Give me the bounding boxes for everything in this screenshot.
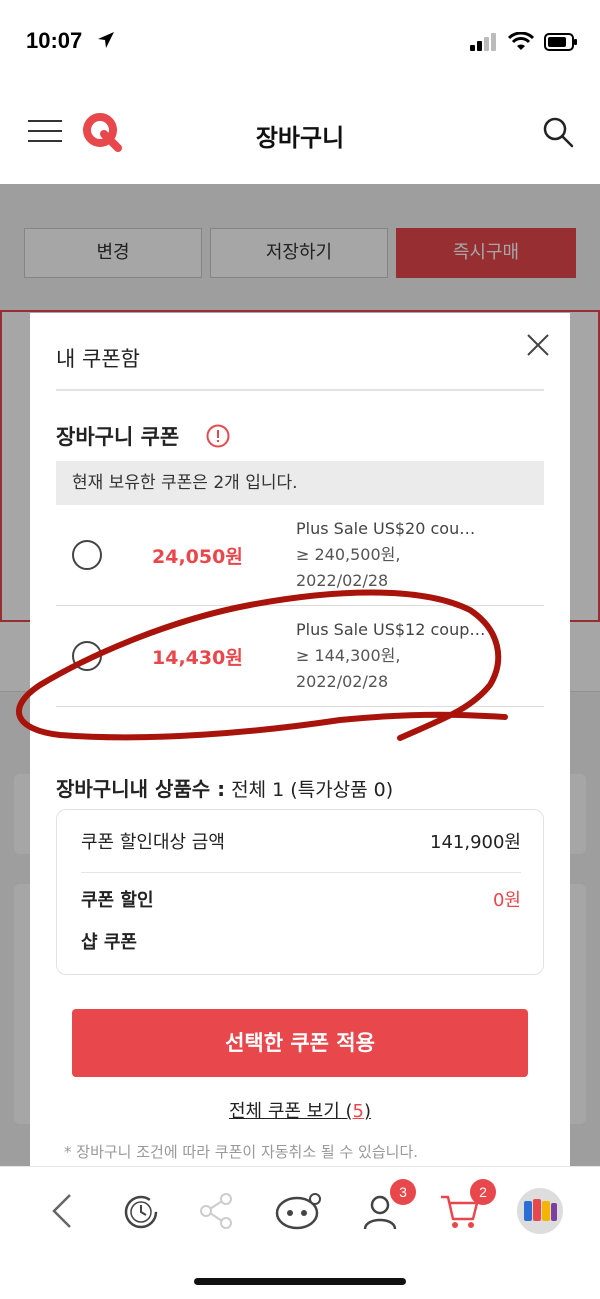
home-indicator — [194, 1278, 406, 1285]
view-all-close[interactable]: ) — [364, 1101, 371, 1122]
profile-badge: 3 — [390, 1179, 416, 1205]
location-arrow-icon — [96, 30, 116, 54]
battery-icon — [544, 33, 577, 51]
my-account-button[interactable]: 3 — [350, 1179, 416, 1237]
shop-coupon-row: 샵 쿠폰 — [81, 928, 521, 954]
coupon-condition: ≥ 144,300원, — [296, 646, 401, 665]
divider — [56, 389, 544, 391]
cart-item-count-value: 전체 1 (특가상품 0) — [231, 779, 394, 801]
info-icon[interactable] — [206, 424, 230, 452]
coupon-condition: ≥ 240,500원, — [296, 545, 401, 564]
shop-coupon-label: 샵 쿠폰 — [81, 932, 137, 953]
divider — [81, 872, 521, 873]
history-button[interactable] — [110, 1185, 170, 1237]
cart-item-count: 장바구니내 상품수 : 전체 1 (특가상품 0) — [56, 773, 393, 802]
coupon-date: 2022/02/28 — [296, 571, 389, 590]
history-icon — [124, 1195, 158, 1229]
cart-coupon-heading: 장바구니 쿠폰 — [56, 425, 180, 449]
modal-title: 내 쿠폰함 — [56, 347, 140, 371]
status-icons — [470, 32, 578, 52]
cart-button[interactable]: 2 — [430, 1179, 496, 1237]
auto-cancel-notice: * 장바구니 조건에 따라 쿠폰이 자동취소 될 수 있습니다. — [64, 1143, 419, 1161]
coupon-item[interactable]: 14,430원 Plus Sale US$12 coup… ≥ 144,300원… — [56, 607, 544, 707]
status-time: 10:07 — [26, 28, 83, 53]
coupon-name: Plus Sale US$20 cou… — [296, 519, 476, 538]
coupon-item[interactable]: 24,050원 Plus Sale US$20 cou… ≥ 240,500원,… — [56, 506, 544, 606]
apply-coupon-button[interactable]: 선택한 쿠폰 적용 — [72, 1009, 528, 1077]
coupon-count-text: 현재 보유한 쿠폰은 2개 입니다. — [56, 461, 544, 505]
page-title: 장바구니 — [255, 124, 345, 152]
coupon-discount-value: 0원 — [492, 890, 521, 911]
view-all-count[interactable]: 5 — [353, 1101, 364, 1122]
target-amount-row: 쿠폰 할인대상 금액 141,900원 — [81, 828, 521, 854]
status-bar: 10:07 — [0, 0, 600, 92]
view-all-label[interactable]: 전체 쿠폰 보기 ( — [229, 1101, 353, 1122]
coupon-discount-label: 쿠폰 할인 — [81, 890, 154, 911]
app-header: 장바구니 — [0, 92, 600, 184]
cart-badge: 2 — [470, 1179, 496, 1205]
wifi-icon — [508, 32, 534, 50]
back-button[interactable] — [32, 1185, 92, 1237]
recent-product-thumbnail[interactable] — [510, 1185, 570, 1237]
discount-summary: 쿠폰 할인대상 금액 141,900원 쿠폰 할인 0원 샵 쿠폰 — [56, 809, 544, 975]
coupon-date: 2022/02/28 — [296, 672, 389, 691]
target-amount-label: 쿠폰 할인대상 금액 — [81, 832, 225, 853]
coupon-detail: Plus Sale US$20 cou… ≥ 240,500원, 2022/02… — [296, 516, 536, 594]
target-amount-value: 141,900원 — [430, 832, 521, 853]
back-arrow-icon — [52, 1194, 71, 1228]
search-icon[interactable] — [542, 116, 574, 152]
share-icon — [200, 1193, 232, 1229]
coupon-radio[interactable] — [72, 641, 102, 671]
coupon-name: Plus Sale US$12 coup… — [296, 620, 486, 639]
share-button[interactable] — [186, 1185, 246, 1237]
coupon-amount: 14,430원 — [152, 647, 243, 669]
signal-icon — [470, 33, 496, 51]
coupon-discount-row: 쿠폰 할인 0원 — [81, 886, 521, 912]
chatbot-button[interactable] — [268, 1185, 328, 1237]
coupon-amount: 24,050원 — [152, 546, 243, 568]
chatbot-icon — [275, 1193, 321, 1230]
view-all-coupons-link[interactable]: 전체 쿠폰 보기 (5) — [30, 1097, 570, 1123]
coupon-detail: Plus Sale US$12 coup… ≥ 144,300원, 2022/0… — [296, 617, 536, 695]
close-icon[interactable] — [526, 333, 550, 357]
coupon-radio[interactable] — [72, 540, 102, 570]
coupon-modal: 내 쿠폰함 장바구니 쿠폰 현재 보유한 쿠폰은 2개 입니다. 24,050원… — [30, 313, 570, 1166]
cart-item-count-label: 장바구니내 상품수 : — [56, 777, 226, 801]
product-thumbnail-icon — [517, 1188, 563, 1234]
